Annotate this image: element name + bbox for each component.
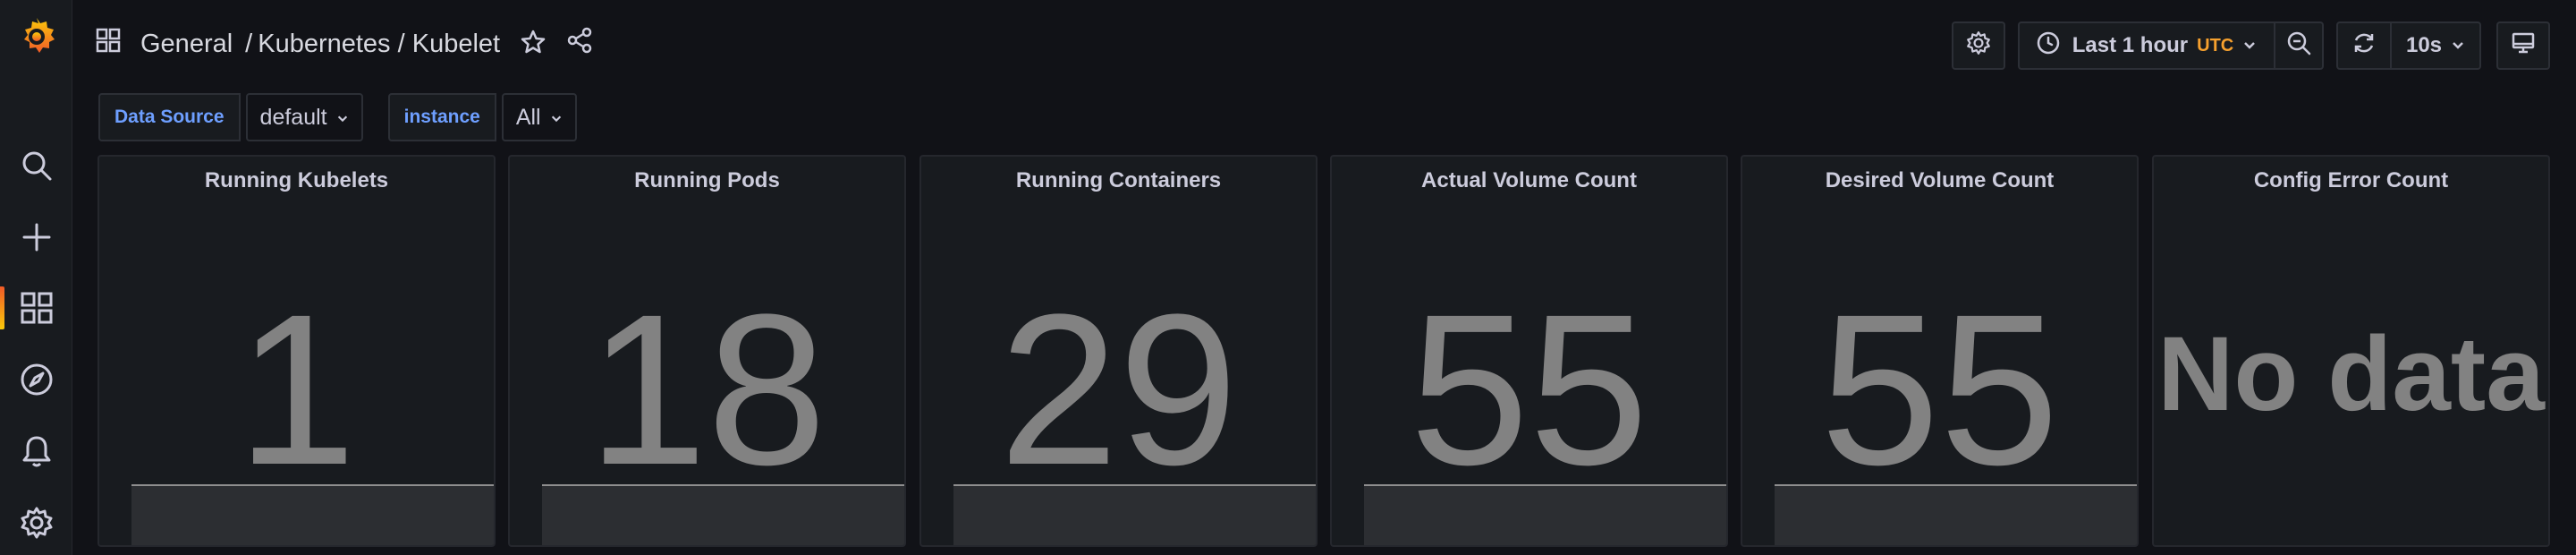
refresh-icon <box>2351 30 2377 62</box>
stat-panel-config-error-count[interactable]: Config Error Count No data <box>2152 155 2550 547</box>
refresh-interval-picker[interactable]: 10s <box>2390 23 2479 68</box>
sparkline-area <box>131 484 494 545</box>
datasource-select-value: default <box>259 104 327 130</box>
apps-icon <box>96 28 121 60</box>
breadcrumb: General / Kubernetes / Kubelet <box>96 25 500 63</box>
share-icon <box>566 27 593 58</box>
time-range-label: Last 1 hour <box>2072 33 2189 57</box>
stat-value: 55 <box>1820 269 2059 509</box>
explore-compass-icon <box>20 363 54 397</box>
chevron-down-icon <box>336 105 349 131</box>
stat-panel-running-kubelets[interactable]: Running Kubelets 1 <box>97 155 496 547</box>
share-button[interactable] <box>561 23 598 61</box>
plus-icon <box>21 222 52 252</box>
stat-value: 18 <box>588 269 826 509</box>
panel-title[interactable]: Running Containers <box>921 168 1316 193</box>
instance-select[interactable]: All <box>501 93 577 141</box>
stat-panel-desired-volume-count[interactable]: Desired Volume Count 55 <box>1741 155 2139 547</box>
stat-value: 29 <box>999 269 1238 509</box>
template-variables: Data Source default instance All <box>98 93 577 141</box>
tv-mode-icon <box>2511 31 2536 61</box>
sidebar-item-configuration[interactable] <box>0 496 72 550</box>
grafana-logo[interactable] <box>0 9 72 63</box>
chevron-down-icon <box>2451 33 2465 58</box>
timezone-label: UTC <box>2197 35 2234 56</box>
sidebar-item-search[interactable] <box>0 139 72 192</box>
stat-panel-running-pods[interactable]: Running Pods 18 <box>508 155 906 547</box>
dashboard-navbar: General / Kubernetes / Kubelet Last 1 ho… <box>72 0 2576 86</box>
instance-select-value: All <box>515 104 541 130</box>
panel-title[interactable]: Running Pods <box>510 168 904 193</box>
sidebar <box>0 0 72 555</box>
clock-icon <box>2037 31 2060 61</box>
stat-panel-actual-volume-count[interactable]: Actual Volume Count 55 <box>1330 155 1728 547</box>
sidebar-item-dashboards[interactable] <box>0 281 72 335</box>
sparkline-area <box>953 484 1316 545</box>
star-button[interactable] <box>514 25 552 63</box>
dashboard-title[interactable]: Kubernetes / Kubelet <box>258 30 500 59</box>
panel-title[interactable]: Actual Volume Count <box>1332 168 1726 193</box>
alert-bell-icon <box>21 434 53 468</box>
chevron-down-icon <box>2242 33 2257 58</box>
variable-label-instance: instance <box>387 93 496 141</box>
variable-label-datasource: Data Source <box>98 93 241 141</box>
refresh-button[interactable] <box>2338 23 2390 68</box>
datasource-select[interactable]: default <box>245 93 363 141</box>
stat-panel-running-containers[interactable]: Running Containers 29 <box>919 155 1318 547</box>
refresh-interval-label: 10s <box>2405 33 2443 57</box>
stat-value: 55 <box>1410 269 1648 509</box>
dashboard-settings-button[interactable] <box>1952 21 2005 70</box>
gear-icon <box>20 506 54 540</box>
time-picker-button[interactable]: Last 1 hour UTC <box>2020 23 2274 68</box>
sidebar-item-alerting[interactable] <box>0 424 72 478</box>
panel-title[interactable]: Desired Volume Count <box>1742 168 2137 193</box>
chevron-down-icon <box>550 105 563 131</box>
search-icon <box>20 149 54 183</box>
sparkline-area <box>1364 484 1726 545</box>
panel-title[interactable]: Running Kubelets <box>99 168 494 193</box>
settings-icon <box>1966 30 1991 62</box>
breadcrumb-folder-link[interactable]: General <box>140 30 233 59</box>
zoom-out-button[interactable] <box>2274 23 2322 68</box>
no-data-message: No data <box>2157 315 2545 433</box>
sparkline-area <box>1775 484 2137 545</box>
star-icon <box>520 29 547 60</box>
zoom-out-icon <box>2286 30 2311 62</box>
stat-value: 1 <box>236 269 357 509</box>
sidebar-item-explore[interactable] <box>0 353 72 406</box>
sidebar-item-create[interactable] <box>0 210 72 264</box>
dashboards-icon <box>20 291 54 325</box>
panel-title[interactable]: Config Error Count <box>2154 168 2548 193</box>
tv-mode-button[interactable] <box>2496 21 2550 70</box>
refresh-controls: 10s <box>2336 21 2481 70</box>
sparkline-area <box>542 484 904 545</box>
grafana-logo-icon <box>16 15 57 56</box>
time-range-controls: Last 1 hour UTC <box>2018 21 2324 70</box>
breadcrumb-separator: / <box>245 29 253 58</box>
